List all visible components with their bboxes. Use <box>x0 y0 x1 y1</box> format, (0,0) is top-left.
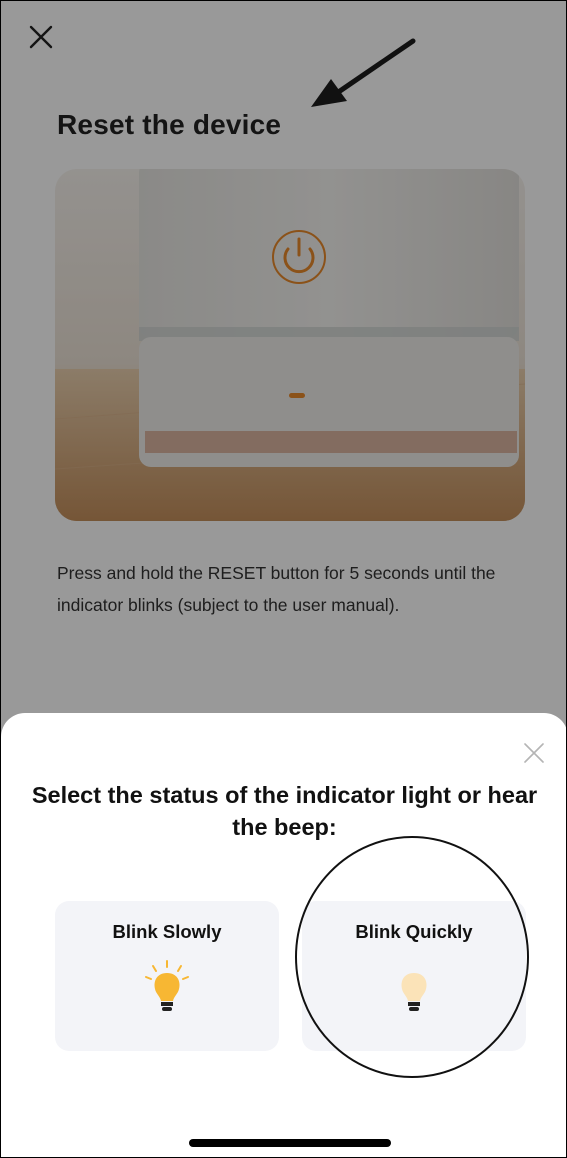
close-icon[interactable] <box>522 741 546 765</box>
blink-slowly-option[interactable]: Blink Slowly <box>55 901 279 1051</box>
phone-screen: Reset the device Press and hold the RESE… <box>0 0 567 1158</box>
annotation-circle <box>295 836 529 1078</box>
annotation-arrow <box>311 38 416 107</box>
option-label: Blink Slowly <box>112 921 222 942</box>
sheet-title: Select the status of the indicator light… <box>31 782 538 840</box>
home-indicator[interactable] <box>189 1139 391 1147</box>
bulb-lit-icon <box>143 959 191 1019</box>
